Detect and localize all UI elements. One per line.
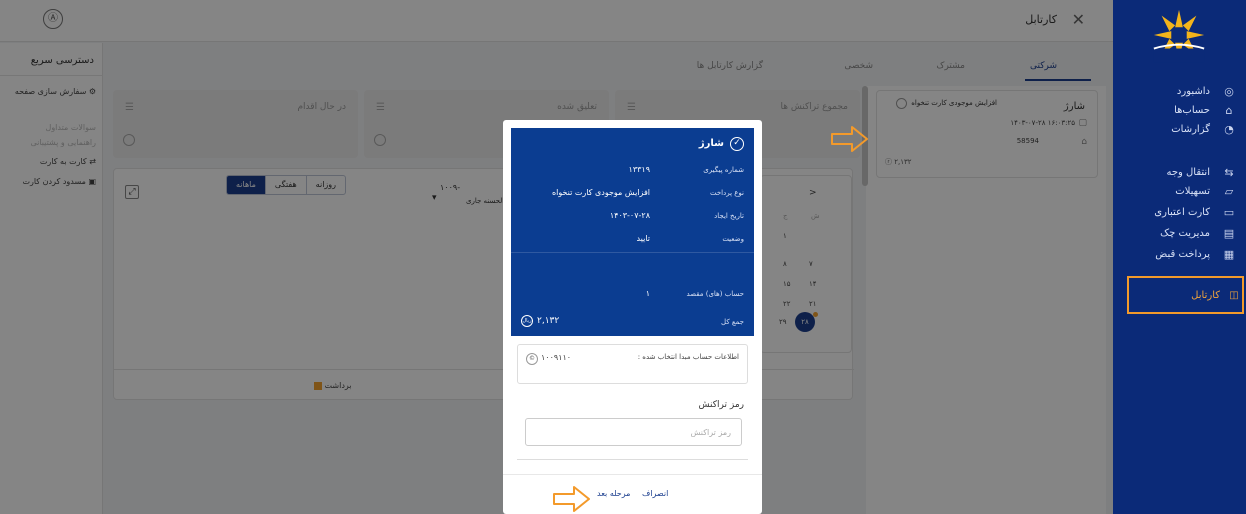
source-account-number: ۱۰۰۹۱۱۰ — [541, 353, 572, 362]
sidebar-item-label: حساب‌ها — [1174, 104, 1210, 116]
sidebar-item-label: تسهیلات — [1175, 185, 1210, 197]
sidebar-item-label: کارتابل — [1191, 289, 1220, 301]
total-key: جمع کل — [721, 318, 744, 326]
sidebar-item-credit-card[interactable]: ▭ کارت اعتباری — [1113, 201, 1246, 223]
field-value: تایید — [636, 234, 650, 243]
pin-section: رمز تراکنش — [517, 390, 748, 460]
check-circle-icon: ✓ — [730, 137, 744, 151]
bill-icon: ▦ — [1223, 247, 1235, 261]
field-key: وضعیت — [722, 235, 744, 243]
destination-key: حساب (های) مقصد — [686, 290, 744, 298]
sidebar-item-cartable[interactable]: ◫ کارتابل — [1127, 276, 1244, 314]
total-value: ۲,۱۳۲ — [537, 316, 560, 326]
hint-arrow-icon — [831, 126, 868, 152]
sidebar-item-label: کارت اعتباری — [1154, 206, 1210, 218]
cancel-button[interactable]: انصراف — [642, 489, 668, 498]
sidebar-item-label: پرداخت قبض — [1155, 248, 1210, 260]
sidebar-item-reports[interactable]: ◔ گزارشات — [1113, 118, 1246, 140]
credit-card-icon: ▭ — [1223, 205, 1235, 219]
field-key: شماره پیگیری — [703, 166, 744, 174]
transfer-icon: ⇆ — [1224, 165, 1234, 179]
dashboard-icon: ◎ — [1224, 84, 1234, 98]
field-key: نوع پرداخت — [709, 189, 744, 197]
modal-footer: انصراف مرحله بعد — [503, 474, 762, 514]
pin-label: رمز تراکنش — [698, 400, 744, 410]
destination-value: ۱ — [645, 289, 650, 298]
divider — [511, 252, 754, 253]
modal-title: شارژ — [698, 138, 724, 149]
bank-icon: ⌂ — [1225, 103, 1233, 117]
hint-arrow-icon — [553, 486, 590, 512]
sidebar-item-label: مدیریت چک — [1160, 227, 1210, 239]
main-sidebar: ◎ داشبورد ⌂ حساب‌ها ◔ گزارشات ⇆ انتقال وجه ▱… — [1113, 0, 1246, 514]
next-step-button[interactable]: مرحله بعد — [597, 489, 630, 498]
sidebar-item-cheque[interactable]: ▤ مدیریت چک — [1113, 222, 1246, 244]
sidebar-item-loans[interactable]: ▱ تسهیلات — [1113, 180, 1246, 202]
sidebar-item-bill-payment[interactable]: ▦ پرداخت قبض — [1113, 243, 1246, 265]
field-key: تاریخ ایجاد — [714, 212, 744, 220]
field-value: افزایش موجودی کارت تنخواه — [551, 188, 650, 197]
bank-logo-icon — [1153, 9, 1205, 63]
sidebar-item-label: گزارشات — [1171, 123, 1210, 135]
modal-summary-header: ✓ شارژ شماره پیگیری ۱۳۳۱۹ نوع پرداخت افز… — [511, 128, 754, 336]
copyright-circle-icon: © — [526, 353, 538, 365]
sidebar-item-label: داشبورد — [1176, 85, 1210, 97]
loan-icon: ▱ — [1224, 184, 1234, 198]
cartable-icon: ◫ — [1229, 289, 1239, 301]
sidebar-item-label: انتقال وجه — [1166, 166, 1210, 178]
currency-icon: ریال — [521, 315, 533, 327]
transaction-pin-input[interactable] — [525, 418, 742, 446]
transaction-confirm-modal: ✓ شارژ شماره پیگیری ۱۳۳۱۹ نوع پرداخت افز… — [503, 120, 762, 514]
source-account-value: © ۱۰۰۹۱۱۰ — [526, 353, 571, 365]
source-account-box: اطلاعات حساب مبدا انتخاب شده : © ۱۰۰۹۱۱۰ — [517, 344, 748, 384]
field-value: ۱۳۳۱۹ — [628, 165, 650, 174]
source-account-label: اطلاعات حساب مبدا انتخاب شده : — [637, 353, 739, 361]
report-icon: ◔ — [1224, 122, 1234, 136]
field-value: ۱۴۰۳-۰۷-۲۸ — [609, 211, 650, 220]
check-icon: ▤ — [1223, 226, 1235, 240]
